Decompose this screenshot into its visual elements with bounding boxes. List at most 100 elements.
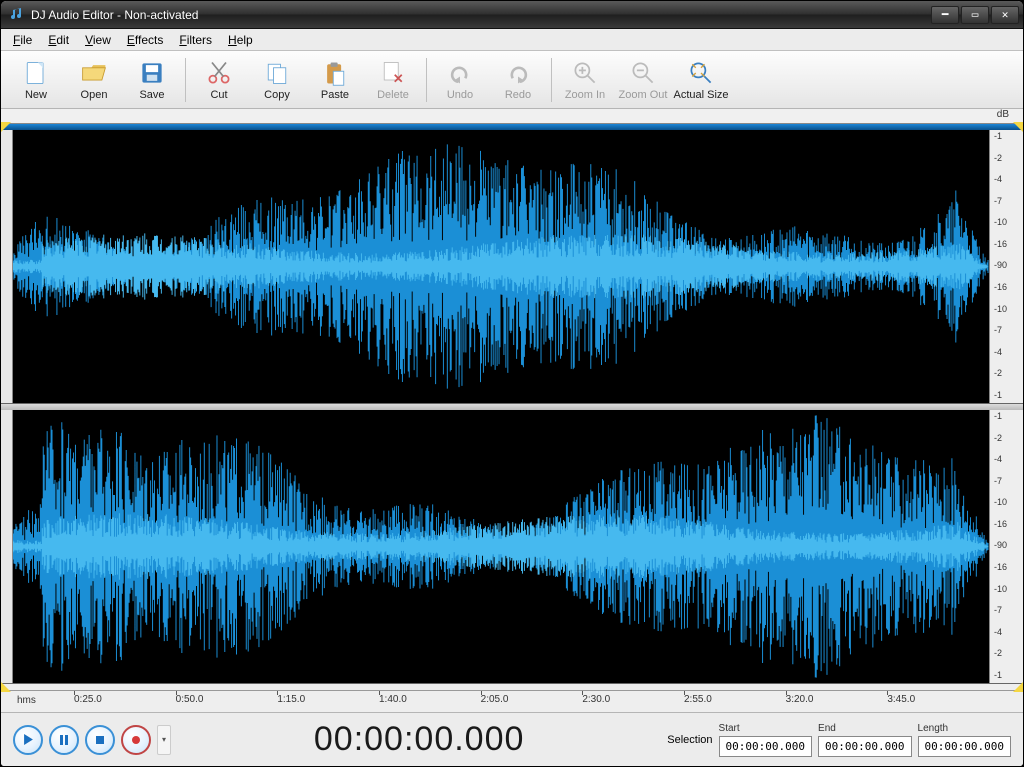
delete-button: Delete bbox=[364, 54, 422, 106]
toolbar-label: Open bbox=[81, 89, 108, 101]
toolbar: New Open Save Cut Copy Paste Delete Undo Redo Zoo… bbox=[1, 51, 1023, 109]
menu-filters[interactable]: Filters bbox=[171, 31, 220, 49]
window-title: DJ Audio Editor - Non-activated bbox=[31, 8, 929, 22]
maximize-button[interactable]: ▭ bbox=[961, 6, 989, 24]
zoomin-button: Zoom In bbox=[556, 54, 614, 106]
db-scale-left: -1-2-4-7-10-16-90-16-10-7-4-2-1 bbox=[989, 130, 1023, 403]
app-icon bbox=[9, 7, 25, 23]
redo-button: Redo bbox=[489, 54, 547, 106]
open-button[interactable]: Open bbox=[65, 54, 123, 106]
stop-button[interactable] bbox=[85, 725, 115, 755]
db-tick: -16 bbox=[990, 563, 1023, 573]
copy-icon bbox=[263, 59, 291, 87]
undo-button: Undo bbox=[431, 54, 489, 106]
time-tick: 1:15.0 bbox=[277, 694, 305, 705]
waveform-channel-left[interactable]: -1-2-4-7-10-16-90-16-10-7-4-2-1 bbox=[1, 130, 1023, 404]
toolbar-label: Zoom In bbox=[565, 89, 605, 101]
actualsize-button[interactable]: Actual Size bbox=[672, 54, 730, 106]
menu-edit[interactable]: Edit bbox=[40, 31, 77, 49]
selection-end-field[interactable]: 00:00:00.000 bbox=[818, 736, 911, 757]
channel-gutter bbox=[1, 410, 13, 683]
db-tick: -10 bbox=[990, 305, 1023, 315]
save-icon bbox=[138, 59, 166, 87]
menu-help[interactable]: Help bbox=[220, 31, 261, 49]
play-button[interactable] bbox=[13, 725, 43, 755]
time-tick: 3:45.0 bbox=[887, 694, 915, 705]
db-tick: -2 bbox=[990, 369, 1023, 379]
save-button[interactable]: Save bbox=[123, 54, 181, 106]
paste-button[interactable]: Paste bbox=[306, 54, 364, 106]
delete-icon bbox=[379, 59, 407, 87]
menu-view[interactable]: View bbox=[77, 31, 119, 49]
zoomout-icon bbox=[629, 59, 657, 87]
app-window: DJ Audio Editor - Non-activated ━ ▭ ✕ Fi… bbox=[0, 0, 1024, 767]
waveform-area: -1 -2 -4 -7 -10 -16 -90 -16 -10 -7 -4 -2 -1 -1 -2 -4 -7… bbox=[1, 123, 1023, 690]
cut-button[interactable]: Cut bbox=[190, 54, 248, 106]
titlebar: DJ Audio Editor - Non-activated ━ ▭ ✕ bbox=[1, 1, 1023, 29]
zoomout-button: Zoom Out bbox=[614, 54, 672, 106]
toolbar-label: Paste bbox=[321, 89, 349, 101]
db-tick: -4 bbox=[990, 348, 1023, 358]
record-options-button[interactable]: ▾ bbox=[157, 725, 171, 755]
toolbar-label: Delete bbox=[377, 89, 409, 101]
db-tick: -1 bbox=[990, 391, 1023, 401]
selection-panel: Selection Start 00:00:00.000 End 00:00:0… bbox=[667, 723, 1011, 757]
minimize-button[interactable]: ━ bbox=[931, 6, 959, 24]
db-header: dB bbox=[1, 109, 1023, 123]
db-tick: -90 bbox=[990, 261, 1023, 271]
new-icon bbox=[22, 59, 50, 87]
channel-gutter bbox=[1, 130, 13, 403]
time-tick: 0:25.0 bbox=[74, 694, 102, 705]
db-tick: -4 bbox=[990, 628, 1023, 638]
record-button[interactable] bbox=[121, 725, 151, 755]
time-tick: 3:20.0 bbox=[786, 694, 814, 705]
toolbar-label: Zoom Out bbox=[619, 89, 668, 101]
db-tick: -10 bbox=[990, 218, 1023, 228]
undo-icon bbox=[446, 59, 474, 87]
cut-icon bbox=[205, 59, 233, 87]
db-tick: -7 bbox=[990, 477, 1023, 487]
db-tick: -16 bbox=[990, 240, 1023, 250]
selection-label: Selection bbox=[667, 734, 712, 746]
db-tick: -2 bbox=[990, 649, 1023, 659]
timecode-display: 00:00:00.000 bbox=[177, 720, 661, 759]
menu-effects[interactable]: Effects bbox=[119, 31, 171, 49]
db-tick: -16 bbox=[990, 520, 1023, 530]
db-tick: -2 bbox=[990, 434, 1023, 444]
db-tick: -7 bbox=[990, 326, 1023, 336]
menu-file[interactable]: File bbox=[5, 31, 40, 49]
selection-start-field[interactable]: 00:00:00.000 bbox=[719, 736, 812, 757]
selection-end-label: End bbox=[818, 723, 911, 734]
menubar: FileEditViewEffectsFiltersHelp bbox=[1, 29, 1023, 51]
toolbar-label: Undo bbox=[447, 89, 473, 101]
time-tick: 2:30.0 bbox=[582, 694, 610, 705]
selection-length-label: Length bbox=[918, 723, 1011, 734]
new-button[interactable]: New bbox=[7, 54, 65, 106]
selection-length-field[interactable]: 00:00:00.000 bbox=[918, 736, 1011, 757]
waveform-canvas-right[interactable] bbox=[13, 410, 989, 683]
db-tick: -1 bbox=[990, 412, 1023, 422]
waveform-channel-right[interactable]: -1-2-4-7-10-16-90-16-10-7-4-2-1 bbox=[1, 410, 1023, 684]
toolbar-label: Copy bbox=[264, 89, 290, 101]
time-ruler[interactable]: hms 0:25.00:50.01:15.01:40.02:05.02:30.0… bbox=[1, 690, 1023, 712]
time-unit-label: hms bbox=[17, 695, 36, 706]
paste-icon bbox=[321, 59, 349, 87]
db-tick: -1 bbox=[990, 671, 1023, 681]
pause-button[interactable] bbox=[49, 725, 79, 755]
db-tick: -7 bbox=[990, 606, 1023, 616]
selection-start-label: Start bbox=[719, 723, 812, 734]
time-tick: 1:40.0 bbox=[379, 694, 407, 705]
copy-button[interactable]: Copy bbox=[248, 54, 306, 106]
db-tick: -16 bbox=[990, 283, 1023, 293]
db-tick: -4 bbox=[990, 175, 1023, 185]
close-button[interactable]: ✕ bbox=[991, 6, 1019, 24]
db-tick: -10 bbox=[990, 585, 1023, 595]
db-tick: -1 bbox=[990, 132, 1023, 142]
toolbar-label: Cut bbox=[210, 89, 227, 101]
toolbar-label: Save bbox=[139, 89, 164, 101]
waveform-canvas-left[interactable] bbox=[13, 130, 989, 403]
db-label: dB bbox=[997, 109, 1009, 123]
toolbar-label: Redo bbox=[505, 89, 531, 101]
toolbar-label: Actual Size bbox=[673, 89, 728, 101]
db-tick: -4 bbox=[990, 455, 1023, 465]
